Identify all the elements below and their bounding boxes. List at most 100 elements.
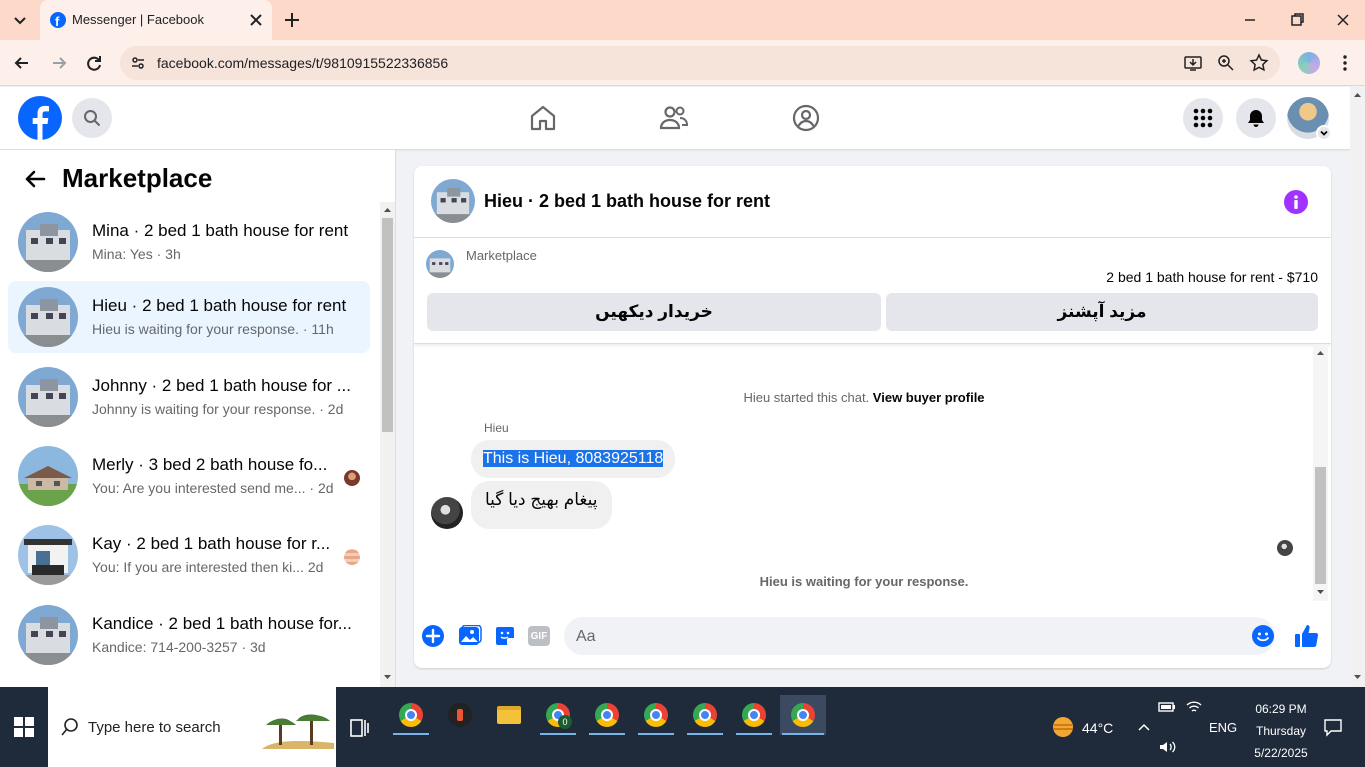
tab-search-dropdown-icon[interactable] (8, 8, 32, 32)
zoom-icon[interactable] (1217, 54, 1235, 72)
groups-icon[interactable] (790, 102, 822, 134)
conversation-preview: Johnny is waiting for your response. · 2… (92, 401, 344, 417)
taskbar-chrome-app-4[interactable] (636, 695, 676, 735)
conversation-preview: You: If you are interested then ki... 2d (92, 559, 324, 575)
facebook-favicon-icon: f (50, 12, 66, 28)
chrome-icon (791, 703, 815, 727)
install-app-icon[interactable] (1184, 54, 1202, 72)
message-bubble[interactable]: پیغام بھیج دیا گیا (471, 481, 612, 529)
forward-icon[interactable] (49, 53, 69, 73)
facebook-logo-icon[interactable] (18, 96, 62, 140)
minimize-icon[interactable] (1240, 10, 1260, 30)
listing-thumbnail (18, 287, 78, 347)
input-language[interactable]: ENG (1209, 720, 1237, 735)
message-bubble[interactable]: This is Hieu, 8083925118 (471, 440, 676, 478)
like-thumbs-up-icon[interactable] (1294, 623, 1320, 649)
close-window-icon[interactable] (1333, 10, 1353, 30)
home-icon[interactable] (527, 102, 559, 134)
page-scrollbar[interactable] (1350, 87, 1365, 687)
profile-avatar-icon[interactable] (1298, 52, 1320, 74)
friends-icon[interactable] (658, 102, 690, 134)
sender-avatar[interactable] (431, 497, 463, 529)
back-icon[interactable] (12, 53, 32, 73)
clock[interactable]: 06:29 PM Thursday 5/22/2025 (1244, 698, 1318, 764)
svg-text:f: f (55, 14, 60, 28)
address-bar[interactable]: facebook.com/messages/t/9810915522336856 (120, 46, 1280, 80)
list-item[interactable]: Kay · 2 bed 1 bath house for r... You: I… (8, 519, 370, 591)
chevron-up-icon[interactable] (1136, 719, 1152, 735)
sticker-icon[interactable] (494, 625, 516, 647)
search-icon (60, 717, 80, 737)
bookmark-star-icon[interactable] (1249, 53, 1269, 73)
marketplace-conversation-list: Marketplace Mina · 2 bed 1 bath house fo… (0, 150, 396, 687)
conversation-name: Johnny · 2 bed 1 bath house for ... (92, 376, 351, 395)
listing-thumbnail (18, 212, 78, 272)
menu-grid-icon[interactable] (1183, 98, 1223, 138)
notification-center-icon[interactable] (1323, 717, 1343, 737)
weather-temperature[interactable]: 44°C (1082, 720, 1113, 736)
taskbar-chrome-app-1[interactable] (391, 695, 431, 735)
taskbar-app-dark[interactable] (440, 695, 480, 735)
list-item[interactable]: Merly · 3 bed 2 bath house fo... You: Ar… (8, 440, 370, 512)
taskbar-chrome-app-3[interactable] (587, 695, 627, 735)
search-icon[interactable] (72, 98, 112, 138)
taskbar-chrome-app-active[interactable] (780, 695, 826, 735)
chat-avatar[interactable] (431, 179, 475, 223)
list-item[interactable]: Johnny · 2 bed 1 bath house for ... John… (8, 361, 370, 433)
site-info-icon[interactable] (130, 55, 146, 71)
browser-menu-icon[interactable] (1335, 53, 1355, 73)
info-icon[interactable] (1284, 190, 1308, 214)
listing-thumbnail (18, 525, 78, 585)
conversation-name: Kay · 2 bed 1 bath house for r... (92, 534, 331, 553)
listing-thumbnail (18, 446, 78, 506)
taskbar-search-box[interactable]: Type here to search (48, 687, 336, 767)
browser-tab-messenger[interactable]: f Messenger | Facebook (40, 0, 272, 40)
gif-icon[interactable]: GIF (528, 626, 550, 646)
add-attachment-icon[interactable] (422, 625, 444, 647)
listing-title-price[interactable]: 2 bed 1 bath house for rent - $710 (1106, 269, 1318, 285)
chrome-icon (399, 703, 423, 727)
chat-started-notice: Hieu started this chat. View buyer profi… (414, 390, 1314, 408)
view-buyer-profile-link[interactable]: View buyer profile (873, 390, 985, 405)
close-tab-icon[interactable] (246, 10, 266, 30)
task-view-icon[interactable] (348, 717, 370, 739)
conversation-preview: Kandice: 714-200-3257 · 3d (92, 639, 266, 655)
clock-day: Thursday (1255, 724, 1307, 738)
url-text: facebook.com/messages/t/9810915522336856 (157, 55, 449, 71)
list-item[interactable]: Kandice · 2 bed 1 bath house for... Kand… (8, 599, 370, 671)
conversation-list-scrollbar[interactable] (380, 202, 395, 687)
chat-title[interactable]: Hieu · 2 bed 1 bath house for rent (484, 191, 770, 212)
reload-icon[interactable] (84, 53, 104, 73)
wifi-icon[interactable] (1185, 699, 1203, 715)
weather-sun-icon[interactable] (1051, 715, 1075, 739)
battery-icon[interactable] (1158, 699, 1176, 715)
more-options-button[interactable]: مزید آپشنز (886, 293, 1318, 331)
taskbar-search-placeholder: Type here to search (88, 719, 221, 736)
arrow-left-icon[interactable] (22, 166, 48, 192)
marketplace-label: Marketplace (466, 248, 537, 263)
emoji-icon[interactable] (1252, 625, 1274, 647)
windows-start-icon[interactable] (14, 717, 34, 737)
notifications-bell-icon[interactable] (1236, 98, 1276, 138)
facebook-top-nav (0, 87, 1350, 149)
search-highlight-icon (262, 709, 334, 749)
message-text: پیغام بھیج دیا گیا (485, 490, 598, 509)
volume-icon[interactable] (1158, 739, 1176, 755)
new-tab-icon[interactable] (282, 10, 302, 30)
taskbar-chrome-app-5[interactable] (685, 695, 725, 735)
messages-scrollbar[interactable] (1313, 344, 1328, 601)
view-buyer-button[interactable]: خریدار دیکھیں (427, 293, 881, 331)
account-chevron-down-icon[interactable] (1316, 125, 1332, 141)
photo-gallery-icon[interactable] (458, 625, 482, 647)
list-item[interactable]: Hieu · 2 bed 1 bath house for rent Hieu … (8, 281, 370, 353)
listing-thumbnail (18, 367, 78, 427)
taskbar-chrome-app-2[interactable]: 0 (538, 695, 578, 735)
taskbar-file-explorer[interactable] (489, 695, 529, 735)
message-input[interactable]: Aa (564, 617, 1275, 655)
list-item[interactable]: Mina · 2 bed 1 bath house for rent Mina:… (8, 206, 370, 278)
restore-icon[interactable] (1287, 10, 1307, 30)
clock-date: 5/22/2025 (1254, 746, 1308, 760)
message-text: This is Hieu, 8083925118 (483, 450, 664, 467)
chat-started-text: Hieu started this chat. (743, 390, 870, 405)
taskbar-chrome-app-6[interactable] (734, 695, 774, 735)
